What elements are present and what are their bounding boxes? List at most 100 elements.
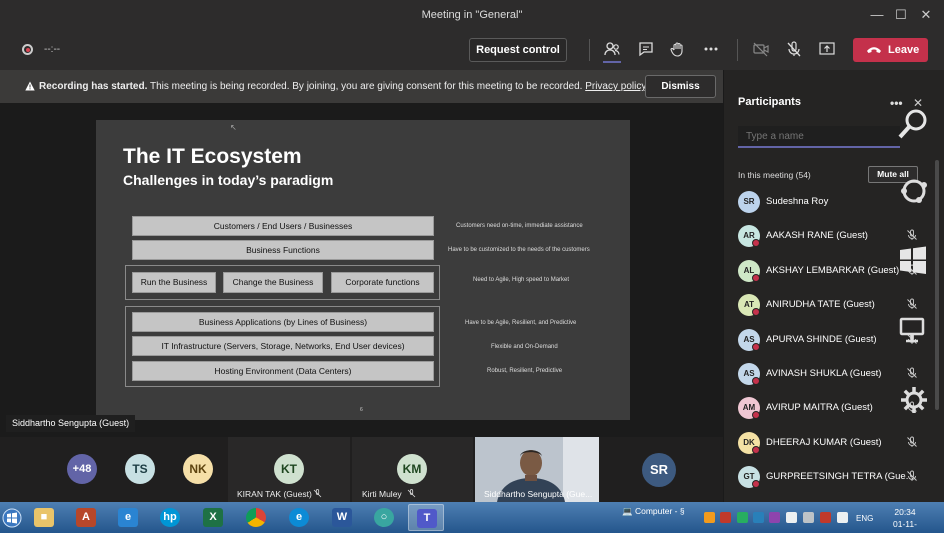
participant-name: AKSHAY LEMBARKAR (Guest) [766, 264, 900, 276]
shared-slide: ↖ The IT Ecosystem Challenges in today’s… [96, 120, 630, 420]
panel-title: Participants [738, 96, 801, 108]
recording-banner: Recording has started. This meeting is b… [0, 70, 723, 103]
title-bar: Meeting in "General" — ☐ ✕ [0, 0, 944, 30]
participant-name: GURPREETSINGH TETRA (Gue... [766, 471, 914, 483]
note-functions: Have to be customized to the needs of th… [448, 247, 590, 253]
participant-row[interactable]: GT GURPREETSINGH TETRA (Gue... [738, 466, 928, 494]
taskbar-access[interactable]: A [68, 504, 104, 531]
participant-strip: +48 TS NK KT KIRAN TAK (Guest) KM Kirti … [0, 437, 723, 502]
note-infrastructure: Flexible and On-Demand [491, 344, 558, 350]
avatar: SR [642, 453, 676, 487]
settings-gadget-icon [901, 387, 927, 413]
box-corporate-functions: Corporate functions [331, 272, 434, 293]
chrome-icon [246, 508, 266, 527]
participant-tile[interactable]: KM Kirti Muley [352, 437, 473, 502]
microphone-off-icon[interactable] [906, 298, 918, 310]
slide-title: The IT Ecosystem [123, 145, 302, 168]
request-control-button[interactable]: Request control [469, 38, 567, 62]
tray-icon[interactable] [753, 512, 764, 523]
close-window-button[interactable]: ✕ [915, 5, 937, 25]
participant-search-input[interactable] [738, 126, 900, 148]
warning-icon [25, 81, 35, 91]
dismiss-button[interactable]: Dismiss [645, 75, 716, 98]
leave-button[interactable]: Leave [853, 38, 928, 62]
taskbar-computer-item[interactable]: 💻 Computer - § [622, 506, 685, 517]
taskbar-internet-explorer[interactable]: e [110, 504, 146, 531]
participant-name: Sudeshna Roy [766, 196, 829, 207]
tray-volume-icon[interactable] [837, 512, 848, 523]
microphone-off-icon[interactable] [785, 40, 805, 60]
privacy-policy-link[interactable]: Privacy policy [585, 81, 646, 92]
taskbar-word[interactable]: W [324, 504, 360, 531]
microphone-off-icon[interactable] [906, 470, 918, 482]
meeting-timer: --:-- [44, 44, 61, 55]
share-screen-icon[interactable] [818, 40, 838, 60]
participant-row[interactable]: DK DHEERAJ KUMAR (Guest) [738, 431, 928, 460]
in-meeting-header[interactable]: In this meeting (54) [738, 170, 811, 180]
avatar: KT [274, 454, 304, 484]
tile-name: KIRAN TAK (Guest) [237, 489, 312, 499]
chat-icon[interactable] [637, 40, 657, 60]
input-language[interactable]: ENG [856, 514, 873, 523]
ie-icon: e [118, 508, 138, 527]
camera-off-icon[interactable] [752, 40, 772, 60]
participants-icon[interactable] [603, 40, 623, 63]
tray-icon[interactable] [769, 512, 780, 523]
taskbar-chrome[interactable] [238, 504, 274, 531]
taskbar-excel[interactable]: X [195, 504, 231, 531]
microphone-off-icon[interactable] [906, 436, 918, 448]
banner-text: This meeting is being recorded. By joini… [147, 81, 586, 92]
maximize-button[interactable]: ☐ [890, 5, 912, 25]
status-badge [752, 411, 760, 420]
start-icon[interactable] [2, 508, 22, 528]
slide-page-number: 6 [360, 407, 363, 413]
display-gadget-icon [899, 317, 925, 343]
avatar: AS [738, 363, 760, 385]
participant-name: ANIRUDHA TATE (Guest) [766, 299, 875, 311]
more-actions-icon[interactable] [702, 40, 722, 60]
note-customers: Customers need on-time, immediate assist… [456, 223, 583, 229]
microphone-off-icon[interactable] [906, 229, 918, 241]
tray-icon[interactable] [720, 512, 731, 523]
taskbar-file-explorer[interactable]: ■ [26, 504, 62, 531]
tray-onenote-icon[interactable] [820, 512, 831, 523]
status-badge [752, 273, 760, 282]
minimize-button[interactable]: — [866, 5, 888, 25]
hang-up-icon [867, 47, 881, 53]
avatar: AR [738, 225, 760, 248]
clock-time: 20:34 [894, 507, 916, 517]
taskbar-clock[interactable]: 20:34 01-11-2020 [885, 506, 925, 533]
taskbar-teams[interactable]: T [408, 504, 444, 531]
avatar-initials: AL [743, 265, 755, 275]
taskbar-app[interactable]: ○ [366, 504, 402, 531]
slide-subtitle: Challenges in today’s paradigm [123, 172, 334, 188]
box-business-applications: Business Applications (by Lines of Busin… [132, 312, 434, 332]
avatar: SR [738, 191, 760, 213]
participant-name: DHEERAJ KUMAR (Guest) [766, 436, 882, 448]
mouse-cursor-icon: ↖ [230, 123, 237, 132]
more-participants-button[interactable]: +48 [67, 454, 97, 484]
folder-icon: ■ [34, 508, 54, 527]
panel-scrollbar[interactable] [935, 160, 939, 410]
raise-hand-icon[interactable] [669, 40, 689, 60]
excel-icon: X [203, 508, 223, 527]
status-badge [752, 480, 760, 489]
microphone-off-icon[interactable] [906, 367, 918, 379]
participant-tile[interactable]: KT KIRAN TAK (Guest) [228, 437, 350, 502]
status-badge [752, 342, 760, 351]
taskbar-edge[interactable]: e [281, 504, 317, 531]
hp-icon: hp [160, 508, 180, 527]
tray-network-icon[interactable] [803, 512, 814, 523]
tray-icon[interactable] [737, 512, 748, 523]
box-hosting: Hosting Environment (Data Centers) [132, 361, 434, 381]
tray-flag-icon[interactable] [786, 512, 797, 523]
avatar: NK [183, 454, 213, 484]
taskbar-hp[interactable]: hp [152, 504, 188, 531]
tray-icon[interactable] [704, 512, 715, 523]
participant-name: AAKASH RANE (Guest) [766, 230, 868, 242]
avatar: GT [738, 466, 760, 489]
meeting-toolbar: --:-- Request control Leave [0, 30, 944, 70]
presenter-video[interactable]: Siddhartho Sengupta (Gue... [475, 437, 599, 502]
box-customers: Customers / End Users / Businesses [132, 216, 434, 236]
windows-taskbar: ■ A e hp X e W ○ T 💻 Computer - § ENG 20… [0, 502, 944, 533]
